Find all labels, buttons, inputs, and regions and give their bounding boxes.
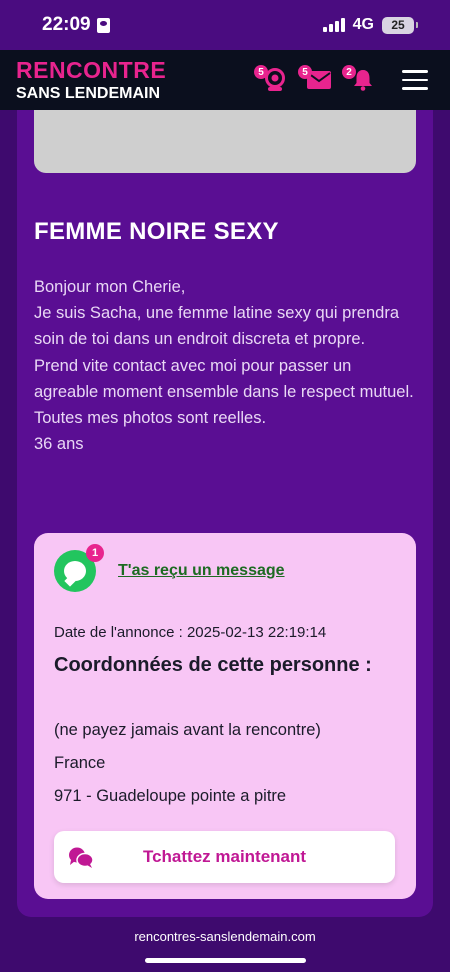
- ad-card: FEMME NOIRE SEXY Bonjour mon Cherie, Je …: [17, 110, 433, 917]
- ad-date: Date de l'annonce : 2025-02-13 22:19:14: [54, 624, 327, 641]
- status-indicators: 4G 25: [322, 16, 418, 34]
- description-line: 36 ans: [34, 435, 84, 454]
- mail-badge: 5: [298, 65, 312, 79]
- chat-now-button[interactable]: Tchattez maintenant: [54, 831, 395, 883]
- contact-country: France: [54, 754, 106, 772]
- battery-icon: 25: [382, 16, 418, 34]
- payment-warning: (ne payez jamais avant la rencontre): [54, 721, 321, 739]
- chat-bubble-icon: 1: [54, 544, 104, 592]
- clock-text: 22:09: [42, 14, 91, 35]
- message-link[interactable]: T'as reçu un message: [118, 562, 285, 580]
- site-logo[interactable]: RENCONTRE SANS LENDEMAIN: [16, 56, 167, 102]
- status-time: 22:09: [42, 14, 110, 36]
- menu-icon[interactable]: [402, 70, 428, 90]
- webcam-badge: 5: [254, 65, 268, 79]
- description-line: Bonjour mon Cherie,: [34, 278, 186, 296]
- chat-now-label: Tchattez maintenant: [142, 847, 307, 866]
- home-indicator[interactable]: [145, 958, 306, 963]
- status-bar: 22:09 4G 25: [0, 0, 450, 50]
- webcam-button[interactable]: 5: [254, 65, 288, 93]
- notifications-badge: 2: [342, 65, 356, 79]
- chat-icon: [69, 847, 94, 868]
- site-header: RENCONTRE SANS LENDEMAIN 5 5 2: [0, 50, 450, 110]
- ad-title: FEMME NOIRE SEXY: [34, 218, 279, 245]
- ad-photo[interactable]: [34, 110, 416, 173]
- description-line: Prend vite contact avec moi pour passer …: [34, 356, 414, 401]
- mail-button[interactable]: 5: [298, 65, 332, 93]
- message-badge: 1: [86, 544, 104, 562]
- logo-top-text: RENCONTRE: [16, 56, 167, 83]
- contact-location: 971 - Guadeloupe pointe a pitre: [54, 787, 287, 805]
- logo-bottom-text: SANS LENDEMAIN: [16, 84, 161, 102]
- message-notice[interactable]: 1 T'as reçu un message: [54, 544, 285, 592]
- bell-icon: [354, 70, 372, 91]
- contact-info-box: 1 T'as reçu un message Date de l'annonce…: [34, 533, 416, 899]
- signal-icon: [322, 18, 345, 32]
- ad-description: Bonjour mon Cherie, Je suis Sacha, une f…: [34, 274, 414, 457]
- footer-url[interactable]: rencontres-sanslendemain.com: [0, 929, 450, 944]
- id-card-icon: [96, 17, 110, 33]
- contact-title: Coordonnées de cette personne :: [54, 654, 372, 676]
- battery-level: 25: [391, 18, 405, 32]
- header-icons: 5 5 2: [254, 65, 428, 93]
- description-line: Toutes mes photos sont reelles.: [34, 409, 267, 428]
- network-label: 4G: [352, 16, 374, 33]
- description-line: Je suis Sacha, une femme latine sexy qui…: [34, 304, 400, 349]
- notifications-button[interactable]: 2: [342, 65, 376, 93]
